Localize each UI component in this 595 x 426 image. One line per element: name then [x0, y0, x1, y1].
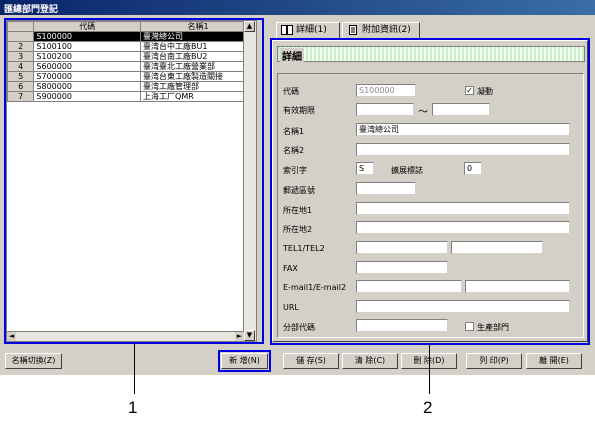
title-bar: 匯總部門登記 [0, 0, 595, 15]
tab-detail[interactable]: 詳細(1) [276, 22, 340, 39]
highlight-box-detail [270, 38, 590, 345]
tab-additional-info[interactable]: 附加資訊(2) [342, 22, 420, 39]
print-button[interactable]: 列 印(P) [466, 353, 522, 369]
window-title: 匯總部門登記 [4, 5, 59, 15]
callout-line-1 [134, 344, 135, 394]
name-switch-button[interactable]: 名稱切換(Z) [5, 353, 62, 369]
tab-detail-label: 詳細(1) [296, 25, 327, 35]
callout-number-1: 1 [128, 398, 138, 417]
clear-button[interactable]: 清 除(C) [342, 353, 398, 369]
save-button[interactable]: 儲 存(S) [283, 353, 339, 369]
app-window: 匯總部門登記 代碼 名稱1 S100000 臺灣總公司 2 S100100 臺湾… [0, 0, 595, 375]
highlight-box-new [218, 350, 271, 372]
callout-number-2: 2 [423, 398, 433, 417]
close-button[interactable]: 離 開(E) [526, 353, 582, 369]
highlight-box-grid [4, 18, 264, 344]
book-icon [281, 24, 293, 35]
callout-line-2 [429, 344, 430, 394]
tab-additional-label: 附加資訊(2) [362, 25, 411, 35]
document-icon [349, 24, 357, 35]
